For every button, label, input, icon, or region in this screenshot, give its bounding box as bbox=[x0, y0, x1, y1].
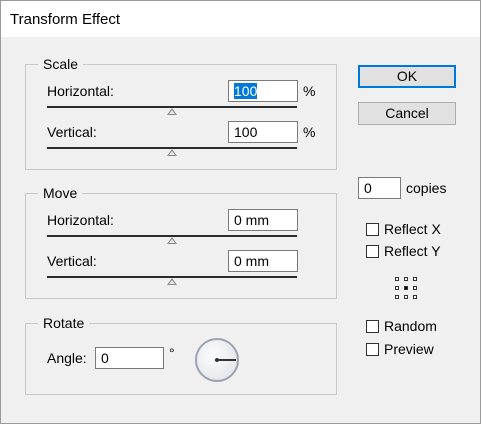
window-title: Transform Effect bbox=[10, 11, 121, 28]
ref-point-center[interactable] bbox=[404, 286, 408, 290]
reflect-x-label[interactable]: Reflect X bbox=[384, 221, 441, 237]
move-horizontal-slider-thumb[interactable] bbox=[167, 237, 177, 244]
scale-vertical-unit: % bbox=[303, 124, 316, 140]
ref-point-right[interactable] bbox=[413, 286, 417, 290]
rotate-angle-label: Angle: bbox=[47, 350, 87, 366]
scale-horizontal-slider-thumb[interactable] bbox=[167, 108, 177, 115]
reference-point-locator[interactable] bbox=[395, 277, 417, 299]
move-vertical-label: Vertical: bbox=[47, 253, 97, 269]
move-horizontal-input[interactable]: 0 mm bbox=[228, 209, 298, 231]
scale-vertical-input[interactable]: 100 bbox=[228, 121, 298, 143]
rotate-angle-input[interactable]: 0 bbox=[95, 347, 164, 369]
copies-input[interactable]: 0 bbox=[358, 177, 401, 199]
ref-point-top-left[interactable] bbox=[395, 277, 399, 281]
preview-label[interactable]: Preview bbox=[384, 341, 434, 357]
ref-point-top[interactable] bbox=[404, 277, 408, 281]
transform-effect-dialog: Transform Effect Scale Horizontal: 100 %… bbox=[0, 0, 481, 424]
preview-checkbox[interactable] bbox=[366, 343, 379, 356]
dial-center-icon bbox=[215, 358, 219, 362]
scale-vertical-label: Vertical: bbox=[47, 124, 97, 140]
move-vertical-slider-thumb[interactable] bbox=[167, 278, 177, 285]
cancel-button[interactable]: Cancel bbox=[358, 102, 456, 125]
dial-needle-icon bbox=[217, 359, 236, 361]
reflect-y-label[interactable]: Reflect Y bbox=[384, 243, 441, 259]
rotate-angle-dial[interactable] bbox=[195, 338, 239, 382]
scale-vertical-slider-thumb[interactable] bbox=[167, 149, 177, 156]
ref-point-left[interactable] bbox=[395, 286, 399, 290]
copies-label: copies bbox=[406, 180, 447, 196]
rotate-angle-unit: ° bbox=[169, 345, 175, 361]
move-horizontal-label: Horizontal: bbox=[47, 212, 114, 228]
ref-point-bottom-right[interactable] bbox=[413, 295, 417, 299]
scale-horizontal-value: 100 bbox=[234, 83, 258, 99]
move-legend: Move bbox=[38, 185, 83, 201]
rotate-legend: Rotate bbox=[38, 315, 90, 331]
reflect-y-checkbox[interactable] bbox=[366, 245, 379, 258]
ref-point-top-right[interactable] bbox=[413, 277, 417, 281]
title-bar[interactable]: Transform Effect bbox=[1, 1, 480, 37]
ref-point-bottom-left[interactable] bbox=[395, 295, 399, 299]
random-label[interactable]: Random bbox=[384, 318, 437, 334]
scale-horizontal-unit: % bbox=[303, 83, 316, 99]
scale-legend: Scale bbox=[38, 56, 84, 72]
ok-button[interactable]: OK bbox=[358, 65, 456, 88]
random-checkbox[interactable] bbox=[366, 320, 379, 333]
reflect-x-checkbox[interactable] bbox=[366, 223, 379, 236]
scale-horizontal-label: Horizontal: bbox=[47, 83, 114, 99]
move-vertical-input[interactable]: 0 mm bbox=[228, 250, 298, 272]
scale-horizontal-input[interactable]: 100 bbox=[228, 80, 298, 102]
ref-point-bottom[interactable] bbox=[404, 295, 408, 299]
